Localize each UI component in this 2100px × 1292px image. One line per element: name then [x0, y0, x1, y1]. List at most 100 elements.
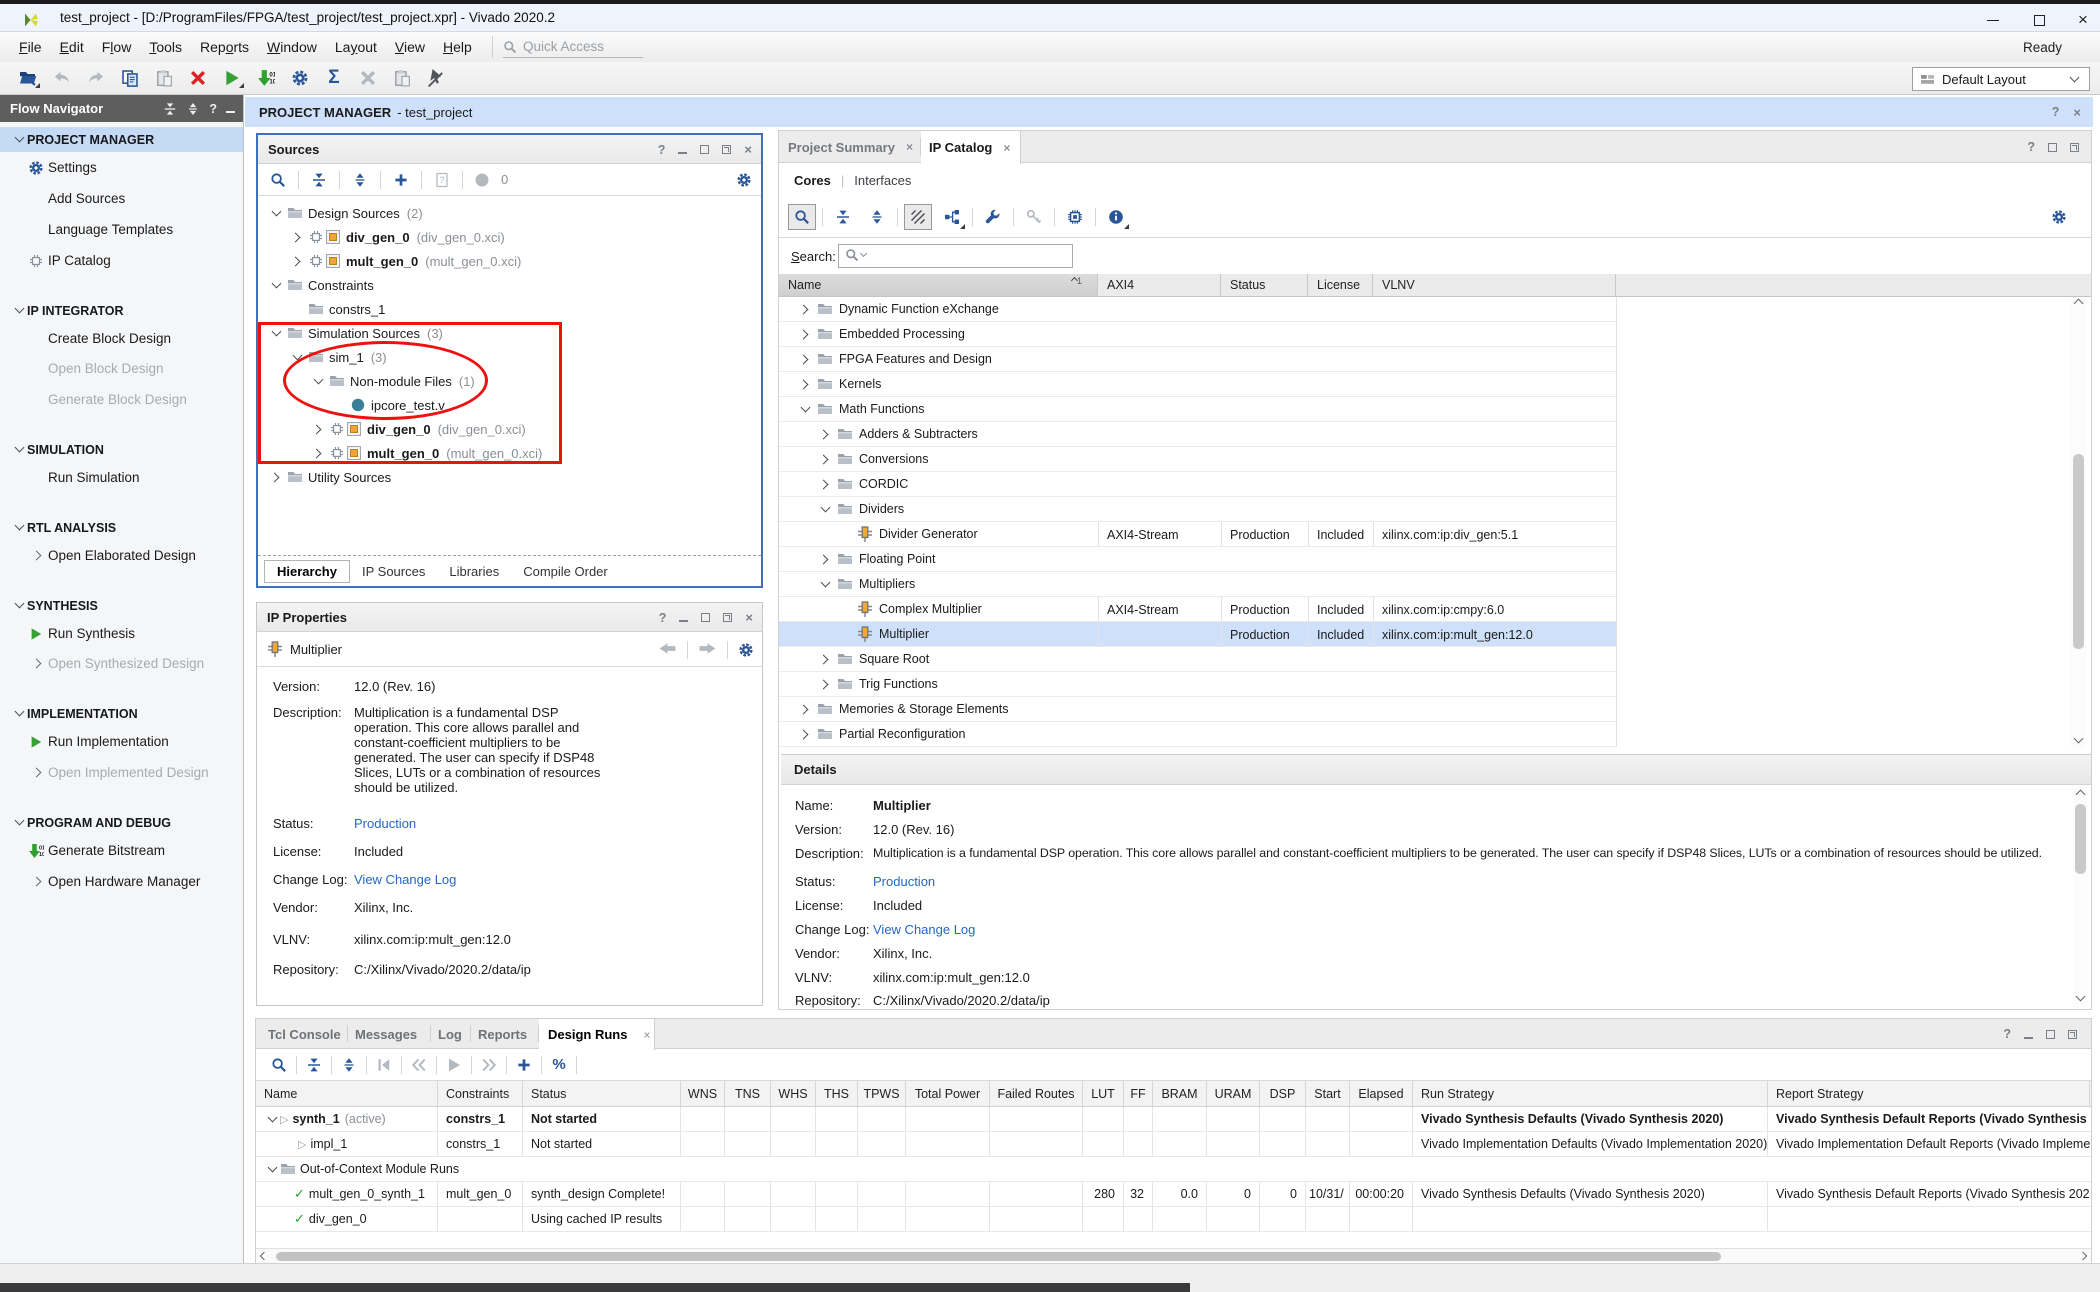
- runs-column-wns[interactable]: WNS: [681, 1081, 725, 1106]
- flow-item-add-sources[interactable]: Add Sources: [0, 186, 243, 211]
- runs-column-whs[interactable]: WHS: [771, 1081, 816, 1106]
- window-maximize-button[interactable]: [2024, 10, 2054, 30]
- catalog-row[interactable]: Math Functions: [779, 397, 2091, 422]
- flow-section-synthesis[interactable]: SYNTHESIS: [0, 593, 243, 618]
- minimize-icon[interactable]: [678, 145, 687, 154]
- bottom-tab-log[interactable]: Log: [431, 1019, 471, 1049]
- flow-item-create-block-design[interactable]: Create Block Design: [0, 326, 243, 351]
- flow-item-generate-block-design[interactable]: Generate Block Design: [0, 387, 243, 412]
- flow-item-language-templates[interactable]: Language Templates: [0, 217, 243, 242]
- toolbar-tag-disabled-button[interactable]: [385, 65, 419, 91]
- runs-horizontal-scrollbar[interactable]: [256, 1248, 2091, 1263]
- minimize-icon[interactable]: [226, 104, 235, 113]
- add-repository-icon[interactable]: [1058, 203, 1092, 231]
- toolbar-undo-button[interactable]: [45, 65, 79, 91]
- flow-item-run-simulation[interactable]: Run Simulation: [0, 465, 243, 490]
- column-status[interactable]: Status: [1221, 274, 1308, 296]
- column-vlnv[interactable]: VLNV: [1373, 274, 1616, 296]
- help-icon[interactable]: ?: [2003, 1027, 2011, 1041]
- catalog-row[interactable]: Adders & Subtracters: [779, 422, 2091, 447]
- expand-all-icon[interactable]: [860, 203, 894, 231]
- flow-item-open-synthesized-design[interactable]: Open Synthesized Design: [0, 651, 243, 676]
- catalog-row[interactable]: Conversions: [779, 447, 2091, 472]
- close-icon[interactable]: ×: [745, 611, 753, 624]
- flow-section-ip-integrator[interactable]: IP INTEGRATOR: [0, 298, 243, 323]
- minimize-icon[interactable]: [2024, 1030, 2033, 1039]
- maximize-icon[interactable]: [2046, 1030, 2055, 1039]
- collapse-all-icon[interactable]: [299, 1053, 329, 1077]
- runs-row[interactable]: ✓mult_gen_0_synth_1mult_gen_0synth_desig…: [256, 1182, 2091, 1207]
- subtab-interfaces[interactable]: Interfaces: [854, 173, 911, 188]
- expand-all-icon[interactable]: [334, 1053, 364, 1077]
- gear-icon[interactable]: [738, 641, 754, 658]
- bottom-tab-tcl-console[interactable]: Tcl Console: [256, 1019, 348, 1049]
- runs-column-status[interactable]: Status: [523, 1081, 681, 1106]
- gear-icon[interactable]: [2051, 209, 2067, 226]
- toolbar-sigma-report-button[interactable]: Σ: [317, 65, 351, 91]
- menu-flow[interactable]: Flow: [93, 32, 141, 62]
- tab-ip-catalog[interactable]: IP Catalog×: [921, 131, 1021, 164]
- catalog-row[interactable]: Memories & Storage Elements: [779, 697, 2091, 722]
- flow-item-open-implemented-design[interactable]: Open Implemented Design: [0, 760, 243, 785]
- flow-item-ip-catalog[interactable]: IP Catalog: [0, 248, 243, 273]
- search-icon[interactable]: [264, 1053, 294, 1077]
- subtab-cores[interactable]: Cores: [794, 173, 831, 188]
- catalog-row[interactable]: Divider Generator AXI4-StreamProductionI…: [779, 522, 2091, 547]
- menu-edit[interactable]: Edit: [51, 32, 93, 62]
- sources-tab-ip-sources[interactable]: IP Sources: [350, 561, 437, 582]
- toolbar-paste-button[interactable]: [147, 65, 181, 91]
- help-icon[interactable]: ?: [659, 611, 667, 625]
- flow-section-project-manager[interactable]: PROJECT MANAGER: [0, 127, 243, 152]
- runs-column-ths[interactable]: THS: [816, 1081, 858, 1106]
- source-tree-item[interactable]: Constraints: [258, 273, 761, 297]
- runs-column-elapsed[interactable]: Elapsed: [1350, 1081, 1413, 1106]
- catalog-row[interactable]: Trig Functions: [779, 672, 2091, 697]
- runs-column-tns[interactable]: TNS: [725, 1081, 771, 1106]
- runs-column-name[interactable]: Name: [256, 1081, 438, 1106]
- step-forward-icon[interactable]: [474, 1053, 504, 1077]
- help-icon[interactable]: ?: [209, 102, 217, 116]
- flow-section-implementation[interactable]: IMPLEMENTATION: [0, 701, 243, 726]
- toolbar-copy-button[interactable]: [113, 65, 147, 91]
- add-sources-icon[interactable]: [389, 172, 413, 188]
- float-icon[interactable]: [723, 613, 732, 622]
- flow-section-rtl-analysis[interactable]: RTL ANALYSIS: [0, 515, 243, 540]
- toolbar-redo-button[interactable]: [79, 65, 113, 91]
- toolbar-cancel-disabled-button[interactable]: [351, 65, 385, 91]
- flow-item-run-implementation[interactable]: Run Implementation: [0, 729, 243, 754]
- create-runs-icon[interactable]: [509, 1053, 539, 1077]
- catalog-row[interactable]: Square Root: [779, 647, 2091, 672]
- catalog-row[interactable]: Multiplier ProductionIncludedxilinx.com:…: [779, 622, 2091, 647]
- messages-badge-icon[interactable]: [471, 172, 493, 188]
- source-tree-item[interactable]: mult_gen_0(mult_gen_0.xci): [258, 249, 761, 273]
- close-icon[interactable]: ×: [643, 1028, 650, 1042]
- catalog-row[interactable]: Dividers: [779, 497, 2091, 522]
- forward-icon[interactable]: [698, 641, 717, 659]
- runs-column-constraints[interactable]: Constraints: [438, 1081, 523, 1106]
- toolbar-generate-bitstream-button[interactable]: [249, 65, 283, 91]
- maximize-icon[interactable]: [700, 145, 709, 154]
- runs-column-start[interactable]: Start: [1306, 1081, 1350, 1106]
- window-close-button[interactable]: ×: [2068, 10, 2098, 30]
- catalog-row[interactable]: Kernels: [779, 372, 2091, 397]
- toolbar-delete-button[interactable]: [181, 65, 215, 91]
- ip-properties-header[interactable]: IP Properties?×: [257, 603, 762, 632]
- maximize-icon[interactable]: [701, 613, 710, 622]
- catalog-row[interactable]: CORDIC: [779, 472, 2091, 497]
- catalog-row[interactable]: Partial Reconfiguration: [779, 722, 2091, 747]
- menu-reports[interactable]: Reports: [191, 32, 258, 62]
- source-tree-item[interactable]: div_gen_0(div_gen_0.xci): [258, 225, 761, 249]
- runs-row[interactable]: ✓div_gen_0Using cached IP results: [256, 1207, 2091, 1232]
- runs-column-bram[interactable]: BRAM: [1153, 1081, 1207, 1106]
- toolbar-interaction-mode-button[interactable]: [419, 65, 453, 91]
- float-icon[interactable]: [722, 145, 731, 154]
- close-icon[interactable]: ×: [2073, 106, 2081, 119]
- flow-item-open-elaborated-design[interactable]: Open Elaborated Design: [0, 543, 243, 568]
- toolbar-open-project-button[interactable]: [11, 65, 45, 91]
- expand-all-icon[interactable]: [348, 172, 372, 188]
- float-icon[interactable]: [2070, 143, 2079, 152]
- close-icon[interactable]: ×: [744, 143, 752, 156]
- catalog-row[interactable]: Embedded Processing: [779, 322, 2091, 347]
- collapse-all-icon[interactable]: [307, 172, 331, 188]
- runs-row[interactable]: ▷impl_1constrs_1Not startedVivado Implem…: [256, 1132, 2091, 1157]
